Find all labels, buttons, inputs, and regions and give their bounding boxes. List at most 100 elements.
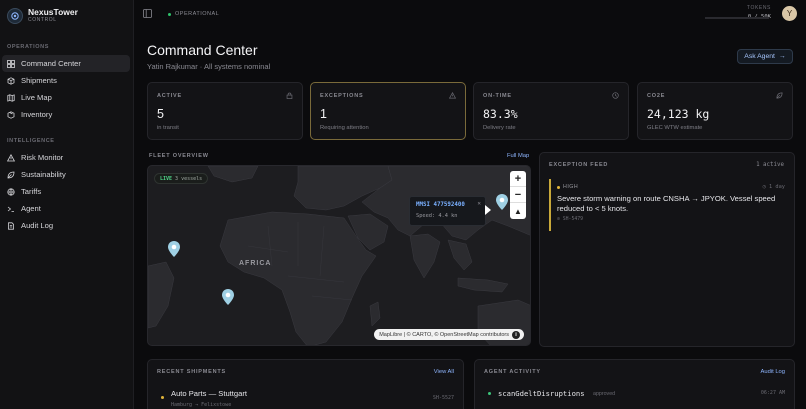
kpi-caption: Delivery rate — [483, 125, 516, 131]
status-dot-icon — [168, 12, 171, 16]
ask-agent-button[interactable]: Ask Agent → — [737, 49, 793, 64]
fleet-overview-label: FLEET OVERVIEW — [149, 153, 209, 159]
page-subtitle: Yatin Rajkumar · All systems nominal — [147, 62, 271, 71]
exception-time: ◷ 1 day — [763, 184, 785, 190]
exception-feed: EXCEPTION FEED 1 active HIGH ◷ 1 day Sev… — [539, 152, 795, 347]
kpi-caption: Requiring attention — [320, 125, 369, 131]
sidebar-toggle-icon[interactable] — [143, 9, 152, 18]
exception-time-text: 1 day — [769, 184, 785, 190]
activity-status-dot-icon — [488, 392, 491, 395]
tokens-label: TOKENS — [746, 5, 771, 11]
shipment-route: Hamburg → Felixstowe — [171, 402, 232, 408]
section-label-operations: OPERATIONS — [7, 44, 49, 50]
sidebar-item-label: Tariffs — [21, 187, 42, 196]
kpi-label: EXCEPTIONS — [320, 93, 364, 99]
tokens-progress-bar — [705, 17, 769, 19]
sidebar-item-label: Audit Log — [21, 221, 54, 230]
severity-label: HIGH — [563, 184, 579, 190]
recent-shipments-title: RECENT SHIPMENTS — [157, 369, 227, 375]
kpi-label: CO2E — [647, 93, 666, 99]
kpi-card-on-time: ON-TIME 83.3% Delivery rate — [473, 82, 629, 140]
clock-icon — [612, 92, 619, 99]
sidebar-item-sustainability[interactable]: Sustainability — [2, 166, 130, 183]
vessel-marker-icon[interactable] — [167, 240, 181, 258]
sidebar-item-tariffs[interactable]: Tariffs — [2, 183, 130, 200]
full-map-link[interactable]: Full Map — [507, 153, 529, 159]
sidebar-item-label: Risk Monitor — [21, 153, 64, 162]
live-badge: LIVE 3 vessels — [154, 173, 209, 184]
sidebar-item-label: Inventory — [21, 110, 53, 119]
sidebar-item-risk-monitor[interactable]: Risk Monitor — [2, 149, 130, 166]
exception-id-text: SH-5479 — [562, 217, 583, 222]
section-label-intelligence: INTELLIGENCE — [7, 138, 55, 144]
topbar: OPERATIONAL TOKENS 0 / 50K Y — [134, 0, 806, 30]
agent-activity-title: AGENT ACTIVITY — [484, 369, 541, 375]
kpi-card-exceptions: EXCEPTIONS 1 Requiring attention — [310, 82, 466, 140]
popup-pointer — [485, 205, 491, 215]
brand-title: NexusTower — [28, 7, 78, 17]
kpi-value: 83.3% — [483, 107, 518, 121]
feed-title: EXCEPTION FEED — [549, 162, 609, 168]
kpi-card-active: ACTIVE 5 in transit — [147, 82, 303, 140]
live-label: LIVE — [160, 175, 173, 182]
info-icon[interactable]: i — [512, 330, 520, 339]
vessel-marker-icon[interactable] — [221, 288, 235, 306]
warning-icon — [7, 153, 15, 162]
sidebar: NexusTower CONTROL OPERATIONS Command Ce… — [0, 0, 134, 409]
zoom-out-button[interactable]: − — [510, 187, 526, 203]
sidebar-item-command-center[interactable]: Command Center — [2, 55, 130, 72]
compass-button[interactable]: ▲ — [510, 203, 526, 219]
terminal-icon — [7, 205, 15, 213]
kpi-caption: GLEC WTW estimate — [647, 125, 703, 131]
vessels-count: 3 vessels — [175, 175, 203, 182]
kpi-value: 24,123 kg — [647, 107, 710, 121]
activity-row[interactable]: scanGdeltDisruptions approved 06:27 AM — [484, 387, 785, 401]
ask-agent-label: Ask Agent — [744, 53, 775, 60]
brand[interactable]: NexusTower CONTROL — [7, 8, 78, 24]
sidebar-item-label: Shipments — [21, 76, 57, 85]
avatar[interactable]: Y — [782, 6, 797, 21]
brand-subtitle: CONTROL — [28, 17, 57, 23]
document-icon — [7, 221, 15, 230]
sidebar-item-label: Agent — [21, 204, 41, 213]
system-status: OPERATIONAL — [168, 11, 219, 17]
page-title: Command Center — [147, 42, 258, 58]
map-land-layer — [148, 166, 530, 345]
kpi-caption: in transit — [157, 125, 179, 131]
fleet-map[interactable]: LIVE 3 vessels AFRICA MMSI 477592400 Spe… — [147, 165, 531, 346]
activity-time: 06:27 AM — [760, 390, 785, 396]
arrow-right-icon: → — [778, 53, 786, 60]
popup-title: MMSI 477592400 — [416, 202, 465, 208]
kpi-label: ON-TIME — [483, 93, 512, 99]
popup-speed: Speed: 4.4 kn — [416, 213, 458, 219]
view-all-link[interactable]: View All — [434, 369, 454, 375]
audit-log-link[interactable]: Audit Log — [761, 369, 786, 375]
box-icon — [7, 76, 15, 85]
attribution-text: MapLibre | © CARTO, © OpenStreetMap cont… — [379, 331, 509, 338]
sidebar-item-label: Sustainability — [21, 170, 66, 179]
leaf-icon — [7, 171, 15, 179]
agent-activity-panel: AGENT ACTIVITY Audit Log scanGdeltDisrup… — [474, 359, 795, 409]
zoom-in-button[interactable]: + — [510, 171, 526, 187]
kpi-label: ACTIVE — [157, 93, 182, 99]
sidebar-item-live-map[interactable]: Live Map — [2, 89, 130, 106]
globe-icon — [7, 187, 15, 196]
sidebar-item-inventory[interactable]: Inventory — [2, 106, 130, 123]
activity-name: scanGdeltDisruptions — [498, 389, 585, 398]
shipment-row[interactable]: Auto Parts — Stuttgart Hamburg → Felixst… — [157, 387, 454, 409]
kpi-value: 1 — [320, 107, 327, 121]
shipment-name: Auto Parts — Stuttgart — [171, 389, 247, 398]
kpi-value: 5 — [157, 107, 164, 121]
sidebar-item-shipments[interactable]: Shipments — [2, 72, 130, 89]
severity-badge: HIGH — [557, 184, 785, 190]
sidebar-item-agent[interactable]: Agent — [2, 200, 130, 217]
exception-item[interactable]: HIGH ◷ 1 day Severe storm warning on rou… — [549, 179, 785, 231]
grid-icon — [7, 59, 15, 68]
close-icon[interactable]: ✕ — [477, 200, 481, 207]
brand-logo-icon — [7, 8, 23, 24]
vessel-marker-icon[interactable] — [495, 193, 509, 211]
kpi-card-co2e: CO2E 24,123 kg GLEC WTW estimate — [637, 82, 793, 140]
shipment-status-dot-icon — [161, 396, 164, 399]
package-icon — [7, 110, 15, 119]
sidebar-item-audit-log[interactable]: Audit Log — [2, 217, 130, 234]
